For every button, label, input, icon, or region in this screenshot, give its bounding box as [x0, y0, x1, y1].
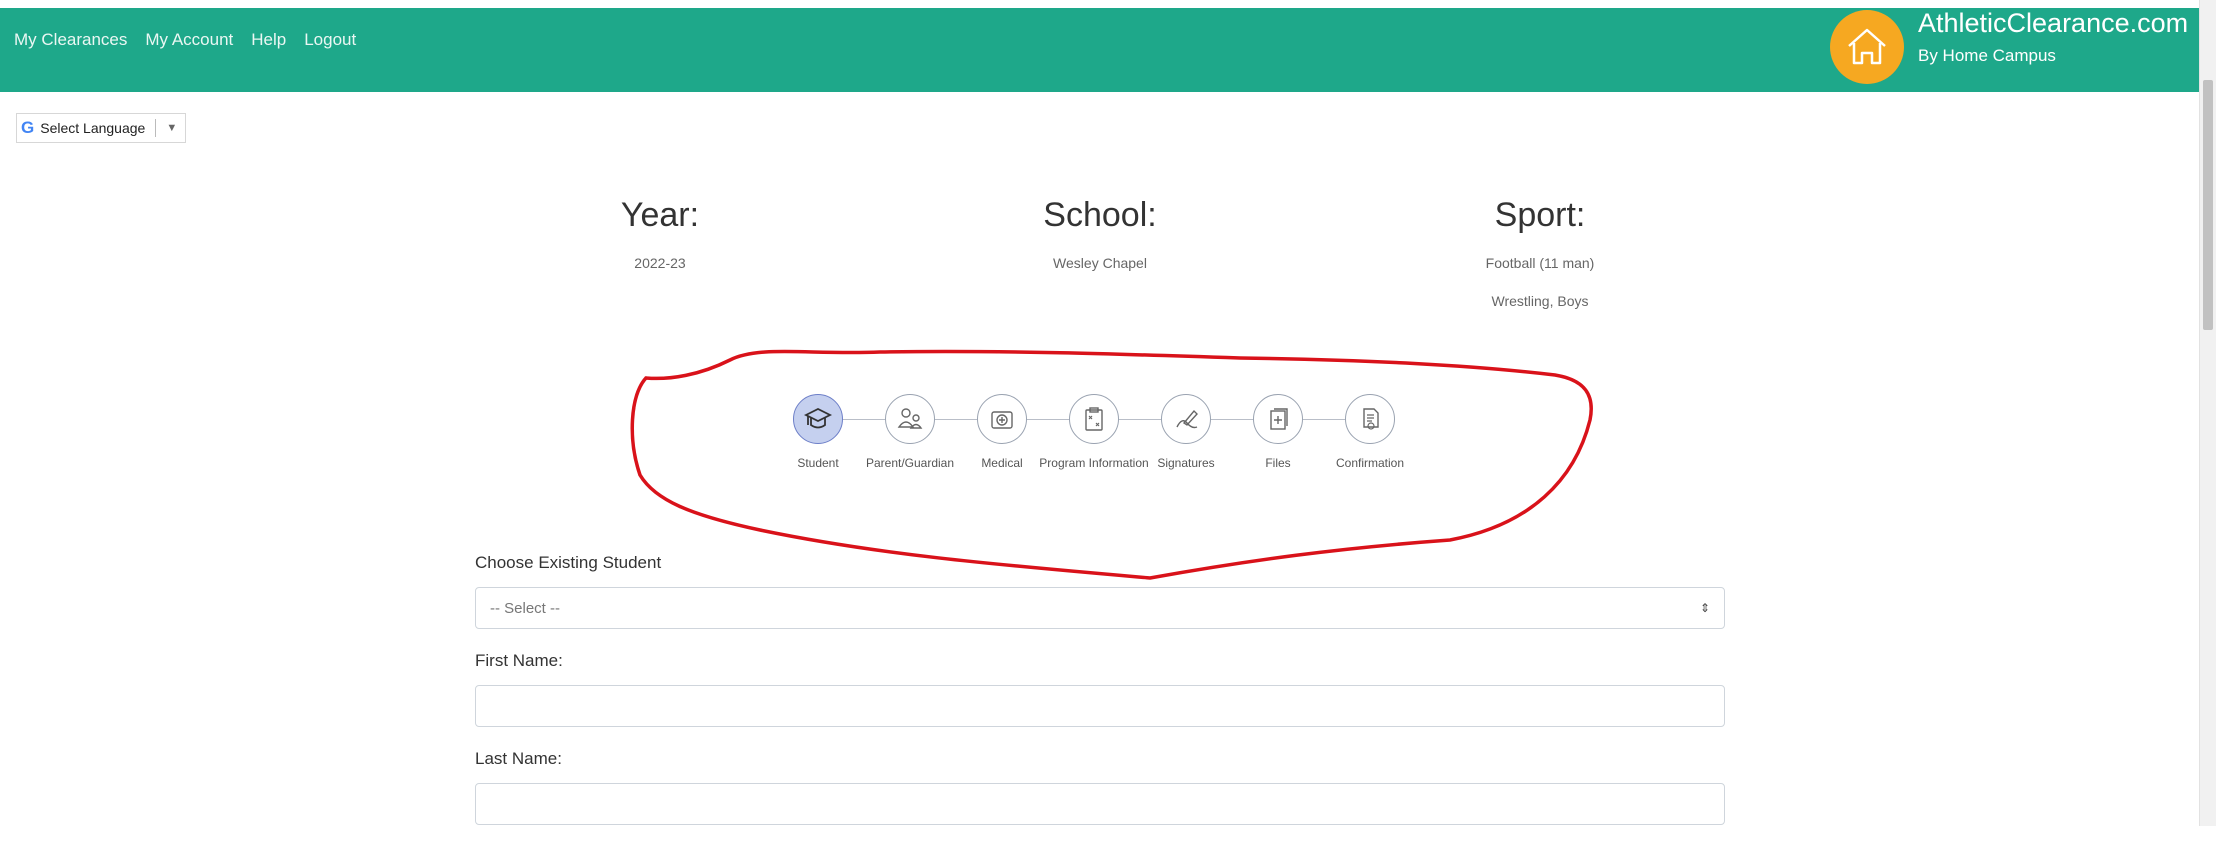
existing-student-value: -- Select --	[490, 599, 561, 617]
google-g-icon: G	[21, 118, 35, 137]
first-name-label: First Name:	[475, 651, 563, 670]
step-confirmation-label: Confirmation	[1335, 456, 1405, 470]
year-value: 2022-23	[634, 255, 686, 271]
divider	[155, 119, 157, 137]
nav-my-account[interactable]: My Account	[145, 30, 233, 50]
dropdown-arrow-icon: ▼	[166, 122, 178, 134]
files-icon	[1253, 394, 1303, 444]
language-select-label: Select Language	[40, 120, 146, 136]
scrollbar-thumb[interactable]	[2203, 80, 2213, 330]
scrollbar[interactable]	[2199, 0, 2216, 826]
sport-value-2: Wrestling, Boys	[1491, 293, 1589, 309]
brand-subtitle: By Home Campus	[1918, 46, 2056, 65]
last-name-field[interactable]	[475, 783, 1725, 825]
student-cap-icon	[793, 394, 843, 444]
sport-value-1: Football (11 man)	[1485, 255, 1595, 271]
brand-title[interactable]: AthleticClearance.com	[1918, 8, 2188, 39]
progress-steps: Student Parent/Guardian Medical Program …	[748, 394, 1448, 484]
medical-kit-icon	[977, 394, 1027, 444]
signature-icon	[1161, 394, 1211, 444]
certificate-icon	[1345, 394, 1395, 444]
parent-icon	[885, 394, 935, 444]
top-navbar: My Clearances My Account Help Logout Ath…	[0, 0, 2200, 92]
nav-my-clearances[interactable]: My Clearances	[14, 30, 127, 50]
clipboard-icon	[1069, 394, 1119, 444]
sport-info: Sport: Football (11 man) Wrestling, Boys	[1440, 196, 1640, 309]
year-heading: Year:	[620, 196, 700, 234]
existing-student-select[interactable]: -- Select -- ⇕	[475, 587, 1725, 629]
home-logo-icon[interactable]	[1830, 10, 1904, 84]
nav-help[interactable]: Help	[251, 30, 286, 50]
last-name-label: Last Name:	[475, 749, 562, 768]
main-nav: My Clearances My Account Help Logout	[14, 30, 356, 50]
nav-logout[interactable]: Logout	[304, 30, 356, 50]
year-info: Year: 2022-23	[560, 196, 760, 271]
existing-student-label: Choose Existing Student	[475, 553, 662, 572]
student-form: Choose Existing Student -- Select -- ⇕ F…	[475, 553, 1725, 847]
sport-heading: Sport:	[1494, 196, 1586, 234]
school-heading: School:	[1043, 196, 1157, 234]
school-value: Wesley Chapel	[1053, 255, 1147, 271]
step-confirmation[interactable]: Confirmation	[1300, 394, 1440, 470]
first-name-field[interactable]	[475, 685, 1725, 727]
last-name-input[interactable]	[490, 794, 1710, 814]
school-info: School: Wesley Chapel	[1000, 196, 1200, 271]
language-select[interactable]: G Select Language ▼	[16, 113, 187, 143]
first-name-input[interactable]	[490, 696, 1710, 716]
select-caret-icon: ⇕	[1699, 601, 1710, 615]
